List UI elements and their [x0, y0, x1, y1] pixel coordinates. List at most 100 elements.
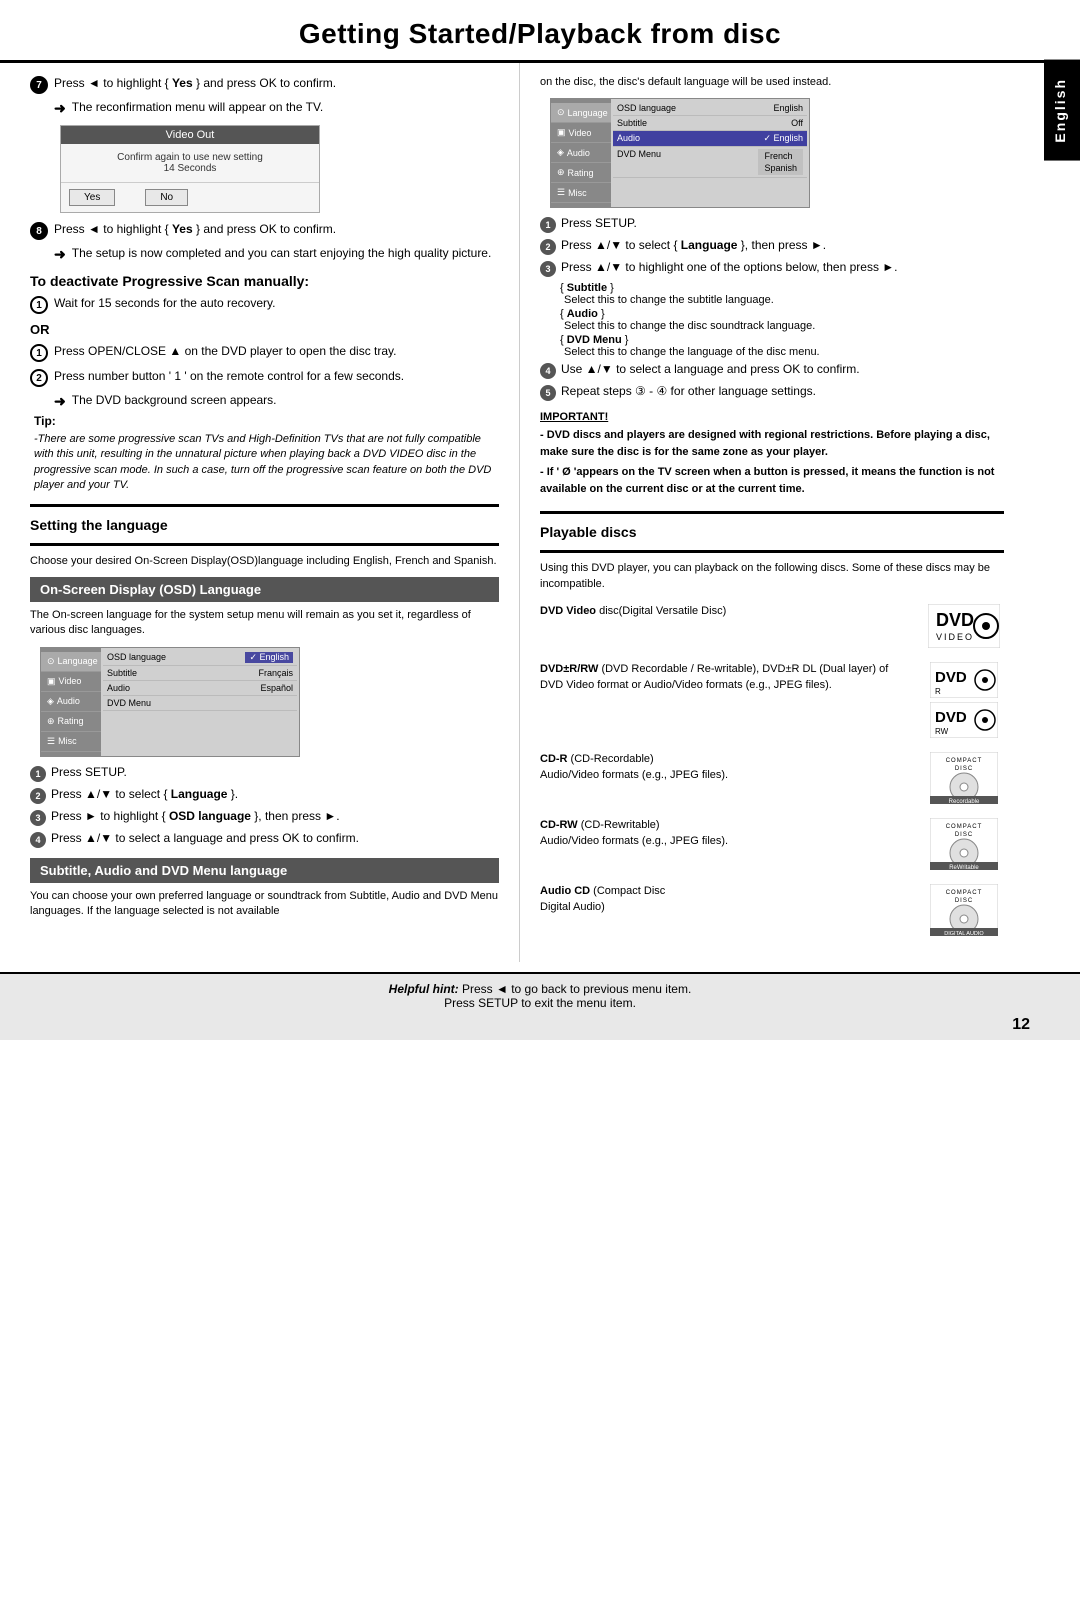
- or-step2: 2 Press number button ' 1 ' on the remot…: [30, 368, 499, 387]
- osd-step-4-text: Press ▲/▼ to select a language and press…: [51, 831, 359, 845]
- or-step1-text: Press OPEN/CLOSE ▲ on the DVD player to …: [54, 343, 499, 360]
- or-step1: 1 Press OPEN/CLOSE ▲ on the DVD player t…: [30, 343, 499, 362]
- menu-mockup-3-wrapper: ⊙Language ▣Video ◈Audio ⊕Rating ☰Misc: [550, 98, 1004, 208]
- tip-text: -There are some progressive scan TVs and…: [34, 432, 499, 494]
- right-step-1-num: 1: [540, 217, 556, 233]
- sidebar-misc: ☰Misc: [41, 732, 101, 752]
- page-title: Getting Started/Playback from disc: [0, 0, 1080, 63]
- menu-row-dvdmenu: DVD Menu: [103, 696, 297, 711]
- helpful-hint-label: Helpful hint:: [389, 982, 459, 996]
- menu-content-2: OSD language✓ English SubtitleFrançais A…: [101, 648, 299, 756]
- yes-button[interactable]: Yes: [69, 189, 115, 206]
- menu-row-osd: OSD language✓ English: [103, 650, 297, 666]
- svg-text:DISC: DISC: [955, 898, 973, 904]
- menu-inner: ⊙Language ▣Video ◈Audio ⊕Rating ☰Misc: [41, 648, 299, 756]
- right-step-2-num: 2: [540, 239, 556, 255]
- menu-mockup-3: ⊙Language ▣Video ◈Audio ⊕Rating ☰Misc: [550, 98, 810, 208]
- svg-text:DIGITAL AUDIO: DIGITAL AUDIO: [944, 931, 984, 936]
- right-step-1: 1 Press SETUP.: [540, 216, 1004, 233]
- screen-mockup-1: Video Out Confirm again to use new setti…: [60, 125, 499, 213]
- svg-text:COMPACT: COMPACT: [946, 890, 983, 896]
- setting-language-title: Setting the language: [30, 517, 499, 533]
- menu-row-subtitle: SubtitleFrançais: [103, 666, 297, 681]
- playable-desc: Using this DVD player, you can playback …: [540, 561, 1004, 592]
- no-button[interactable]: No: [145, 189, 188, 206]
- right-step-2-text: Press ▲/▼ to select { Language }, then p…: [561, 238, 826, 252]
- step-8-text: Press ◄ to highlight { Yes } and press O…: [54, 221, 499, 238]
- osd-step-3: 3 Press ► to highlight { OSD language },…: [30, 809, 499, 826]
- divider-1: [30, 504, 499, 507]
- right-step-5-text: Repeat steps ③ - ④ for other language se…: [561, 384, 816, 398]
- disc-cd-r-text: CD-R (CD-Recordable)Audio/Video formats …: [540, 752, 914, 783]
- sidebar-3-audio: ◈Audio: [551, 143, 611, 163]
- sidebar-language: ⊙Language: [41, 652, 101, 672]
- important-text-2: - If ' Ø 'appears on the TV screen when …: [540, 464, 1004, 497]
- step-8-arrow: ➜ The setup is now completed and you can…: [54, 246, 499, 263]
- sidebar-3-video: ▣Video: [551, 123, 611, 143]
- sidebar-3-misc: ☰Misc: [551, 183, 611, 203]
- arrow-icon: ➜: [54, 100, 66, 117]
- right-step-3-num: 3: [540, 261, 556, 277]
- sidebar-video: ▣Video: [41, 672, 101, 692]
- osd-desc: The On-screen language for the system se…: [30, 608, 499, 639]
- right-step-4-num: 4: [540, 363, 556, 379]
- arrow-icon-3: ➜: [54, 393, 66, 410]
- menu-inner-3: ⊙Language ▣Video ◈Audio ⊕Rating ☰Misc: [551, 99, 809, 207]
- video-out-screen: Video Out Confirm again to use new setti…: [60, 125, 320, 213]
- osd-step-3-num: 3: [30, 810, 46, 826]
- osd-step-2-text: Press ▲/▼ to select { Language }.: [51, 787, 238, 801]
- sidebar-3-rating: ⊕Rating: [551, 163, 611, 183]
- screen-header: Video Out: [61, 126, 319, 144]
- disc-dvd-rw: DVD±R/RW (DVD Recordable / Re-writable),…: [540, 662, 1004, 738]
- or-step2-text: Press number button ' 1 ' on the remote …: [54, 368, 499, 385]
- dvd-r-svg: DVD R: [930, 662, 998, 698]
- disc-dvd-video-logo: DVD VIDEO: [924, 604, 1004, 648]
- screen-buttons: Yes No: [61, 183, 319, 212]
- right-step-3-text: Press ▲/▼ to highlight one of the option…: [561, 260, 898, 274]
- osd-setup-steps: 1 Press SETUP. 2 Press ▲/▼ to select { L…: [30, 765, 499, 848]
- bottom-hint-bar: Helpful hint: Press ◄ to go back to prev…: [0, 972, 1080, 1040]
- important-text-1: - DVD discs and players are designed wit…: [540, 427, 1004, 460]
- menu-sidebar-3: ⊙Language ▣Video ◈Audio ⊕Rating ☰Misc: [551, 99, 611, 207]
- svg-text:DISC: DISC: [955, 832, 973, 838]
- hint-text-1: Press ◄ to go back to previous menu item…: [462, 982, 691, 996]
- main-content: 7 Press ◄ to highlight { Yes } and press…: [0, 63, 1080, 962]
- svg-text:DISC: DISC: [955, 766, 973, 772]
- or-step2-arrow: ➜ The DVD background screen appears.: [54, 393, 499, 410]
- deactivate-step1: 1 Wait for 15 seconds for the auto recov…: [30, 295, 499, 314]
- osd-step-4-num: 4: [30, 832, 46, 848]
- svg-text:VIDEO: VIDEO: [936, 632, 974, 642]
- step-8-circle: 8: [30, 222, 48, 240]
- english-tab: English: [1044, 60, 1080, 161]
- tip-label: Tip:: [34, 414, 56, 428]
- step-7-arrow: ➜ The reconfirmation menu will appear on…: [54, 100, 499, 117]
- right-column: on the disc, the disc's default language…: [520, 63, 1044, 962]
- osd-step-1-num: 1: [30, 766, 46, 782]
- disc-dvd-rw-text: DVD±R/RW (DVD Recordable / Re-writable),…: [540, 662, 914, 693]
- cd-rw-svg: COMPACT DISC ReWritable: [930, 818, 998, 870]
- osd-step-1-text: Press SETUP.: [51, 765, 127, 779]
- sidebar-3-language: ⊙Language: [551, 103, 611, 123]
- osd-step-2-num: 2: [30, 788, 46, 804]
- osd-desc-2: on the disc, the disc's default language…: [540, 75, 1004, 90]
- disc-dvd-video: DVD Video disc(Digital Versatile Disc) D…: [540, 604, 1004, 648]
- dvd-rw-svg: DVD RW: [930, 702, 998, 738]
- disc-audio-cd-logo: COMPACT DISC DIGITAL AUDIO: [924, 884, 1004, 936]
- osd-step-4: 4 Press ▲/▼ to select a language and pre…: [30, 831, 499, 848]
- right-step-3: 3 Press ▲/▼ to highlight one of the opti…: [540, 260, 1004, 277]
- step-8: 8 Press ◄ to highlight { Yes } and press…: [30, 221, 499, 240]
- subtitle-header: Subtitle, Audio and DVD Menu language: [30, 858, 499, 883]
- divider-playable: [540, 511, 1004, 514]
- svg-text:COMPACT: COMPACT: [946, 824, 983, 830]
- or-step2-arrow-text: The DVD background screen appears.: [72, 393, 277, 407]
- arrow-icon-2: ➜: [54, 246, 66, 263]
- right-step-4: 4 Use ▲/▼ to select a language and press…: [540, 362, 1004, 379]
- right-step-2: 2 Press ▲/▼ to select { Language }, then…: [540, 238, 1004, 255]
- svg-text:Recordable: Recordable: [949, 799, 980, 804]
- deactivate-step1-circle: 1: [30, 296, 48, 314]
- right-step-4-text: Use ▲/▼ to select a language and press O…: [561, 362, 860, 376]
- step-8-arrow-text: The setup is now completed and you can s…: [72, 246, 492, 260]
- menu-content-3: OSD languageEnglish SubtitleOff Audio✓ E…: [611, 99, 809, 207]
- deactivate-title: To deactivate Progressive Scan manually:: [30, 273, 499, 289]
- dvd-video-svg: DVD VIDEO: [928, 604, 1000, 648]
